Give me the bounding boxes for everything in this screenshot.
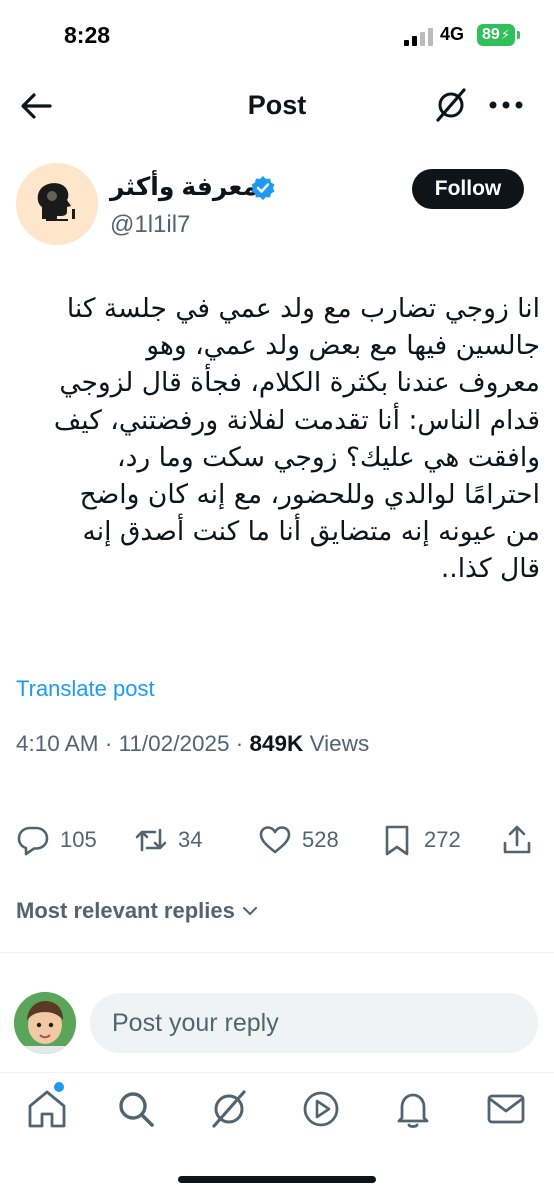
replies-sort-dropdown[interactable]: Most relevant replies [16, 898, 259, 924]
divider [0, 1072, 554, 1073]
post-line: قال كذا.. [440, 553, 540, 585]
home-icon[interactable] [25, 1087, 69, 1131]
divider [0, 952, 554, 953]
like-count: 528 [302, 827, 339, 852]
user-avatar[interactable] [14, 992, 76, 1054]
like-button[interactable]: 528 [258, 820, 339, 860]
translate-post-link[interactable]: Translate post [16, 676, 155, 702]
share-button[interactable] [500, 820, 544, 860]
verified-badge-icon [251, 176, 275, 200]
post-line: انا زوجي تضارب مع ولد عمي في جلسة كنا [66, 293, 540, 324]
post-time: 4:10 AM [16, 731, 99, 756]
bookmark-button[interactable]: 272 [380, 820, 461, 860]
messages-icon[interactable] [484, 1087, 528, 1131]
battery-indicator: 89 ⚡ [477, 24, 515, 46]
reply-count: 105 [60, 827, 97, 852]
replies-sort-label: Most relevant replies [16, 898, 235, 923]
heart-icon [259, 826, 291, 854]
charging-icon: ⚡ [500, 27, 510, 42]
bookmark-icon [385, 825, 409, 856]
repost-button[interactable]: 34 [134, 820, 202, 860]
author-avatar[interactable] [16, 163, 98, 245]
author-name[interactable]: معرفة وأكثر [110, 172, 258, 202]
reply-input[interactable]: Post your reply [90, 993, 538, 1053]
chevron-down-icon [242, 907, 257, 915]
network-label: 4G [440, 24, 465, 44]
notification-dot [54, 1082, 64, 1092]
child-photo-icon [14, 992, 76, 1054]
grok-icon[interactable] [431, 85, 471, 125]
post-line: معروف عندنا بكثرة الكلام، فجأة قال لزوجي [59, 367, 540, 399]
more-options-icon[interactable] [486, 90, 526, 120]
post-metadata: 4:10 AM · 11/02/2025 · 849K Views [16, 731, 369, 757]
battery-tip [517, 31, 520, 39]
notifications-icon[interactable] [391, 1087, 435, 1131]
views-count[interactable]: 849K [250, 731, 304, 756]
reply-icon [17, 826, 49, 856]
post-text: انا زوجي تضارب مع ولد عمي في جلسة كنا جا… [14, 290, 540, 588]
brain-head-icon [37, 183, 75, 221]
follow-button[interactable]: Follow [412, 169, 524, 209]
post-line: قدام الناس: أنا تقدمت لفلانة ورفضتني، كي… [53, 404, 540, 436]
post-line: من عيونه إنه متضايق أنا ما كنت أصدق إنه [82, 516, 540, 548]
battery-level: 89 [482, 26, 500, 43]
bookmark-count: 272 [424, 827, 461, 852]
share-icon [503, 825, 531, 854]
signal-icon [404, 28, 433, 46]
post-line: جالسين فيها مع بعض ولد عمي، وهو [146, 330, 540, 362]
views-label: Views [309, 731, 370, 756]
status-time: 8:28 [64, 22, 111, 48]
separator-dot: · [98, 731, 119, 756]
search-icon[interactable] [114, 1087, 158, 1131]
author-handle[interactable]: @1l1il7 [110, 211, 190, 239]
reply-button[interactable]: 105 [16, 820, 97, 860]
repost-icon [135, 828, 167, 852]
repost-count: 34 [178, 827, 203, 852]
separator-dot: · [229, 731, 250, 756]
videos-icon[interactable] [299, 1087, 343, 1131]
home-indicator [178, 1176, 376, 1183]
post-date: 11/02/2025 [118, 731, 230, 756]
grok-icon[interactable] [207, 1087, 251, 1131]
post-line: وافقت هي عليك؟ زوجي سكت وما رد، [117, 441, 540, 473]
post-line: احترامًا لوالدي وللحضور، مع إنه كان واضح [79, 479, 540, 511]
